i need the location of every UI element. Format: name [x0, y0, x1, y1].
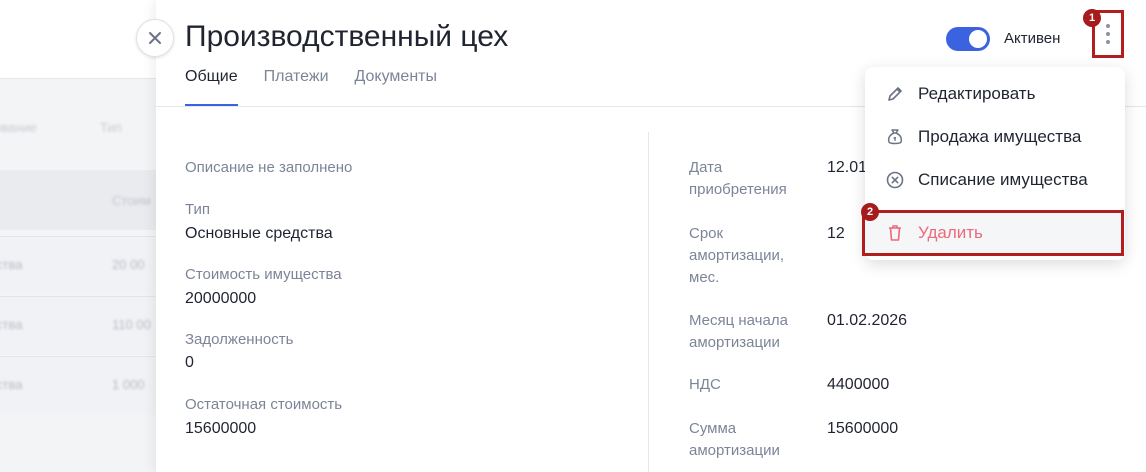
background-cell: ства — [0, 377, 23, 392]
close-icon — [149, 32, 161, 44]
background-cell: ства — [0, 317, 23, 332]
table-row[interactable]: ства 110 00 — [0, 296, 160, 355]
tab-bar: Общие Платежи Документы — [185, 68, 437, 106]
table-row[interactable]: ства 20 00 — [0, 236, 160, 295]
background-cell: 20 00 — [112, 257, 145, 272]
menu-item-label: Списание имущества — [918, 170, 1088, 189]
background-header-cell: ование — [0, 120, 37, 135]
trash-icon — [885, 223, 905, 243]
background-table-header: ование Тип — [0, 100, 160, 156]
page-title: Производственный цех — [185, 20, 509, 53]
menu-item-writeoff[interactable]: Списание имущества — [865, 159, 1125, 201]
pencil-icon — [885, 84, 905, 104]
debt-value: 0 — [185, 354, 194, 371]
amortization-sum-value: 15600000 — [827, 420, 899, 437]
background-cell: ства — [0, 257, 23, 272]
background-cell: 1 000 — [112, 377, 145, 392]
amortization-term-label: Срок амортизации, мес. — [689, 225, 784, 286]
cost-value: 20000000 — [185, 290, 257, 307]
vat-value: 4400000 — [827, 376, 890, 393]
menu-item-label: Удалить — [918, 223, 983, 242]
tab-documents[interactable]: Документы — [355, 68, 437, 106]
cost-label: Стоимость имущества — [185, 266, 342, 283]
background-table-band: Стоим — [0, 170, 160, 230]
purchase-date-value: 12.01 — [827, 159, 868, 176]
background-band-cell: Стоим — [112, 193, 151, 208]
menu-item-sale[interactable]: Продажа имущества — [865, 116, 1125, 158]
menu-item-delete[interactable]: Удалить — [862, 210, 1124, 256]
vat-label: НДС — [689, 376, 721, 393]
table-row[interactable]: ства 1 000 — [0, 356, 160, 415]
tab-general[interactable]: Общие — [185, 68, 238, 106]
residual-value: 15600000 — [185, 420, 257, 437]
annotation-badge-1: 1 — [1083, 9, 1101, 27]
debt-label: Задолженность — [185, 331, 294, 348]
kebab-icon — [1106, 24, 1110, 44]
actions-menu: Редактировать Продажа имущества Списание… — [862, 67, 1125, 260]
active-toggle-label: Активен — [1004, 30, 1061, 47]
type-label: Тип — [185, 201, 211, 218]
background-page: ование Тип Стоим ства 20 00 ства 110 00 … — [0, 0, 160, 472]
description-text: Описание не заполнено — [185, 159, 353, 176]
toggle-knob — [969, 30, 987, 48]
circle-x-icon — [885, 170, 905, 190]
background-header-cell: Тип — [100, 120, 122, 135]
amortization-sum-label: Сумма амортизации — [689, 420, 780, 459]
amortization-term-value: 12 — [827, 225, 845, 242]
close-button[interactable] — [136, 19, 174, 57]
residual-label: Остаточная стоимость — [185, 396, 343, 413]
active-toggle[interactable] — [946, 27, 990, 51]
type-value: Основные средства — [185, 225, 333, 242]
purchase-date-label: Дата приобретения — [689, 159, 787, 198]
amortization-start-value: 01.02.2026 — [827, 312, 908, 329]
column-divider — [648, 132, 649, 472]
menu-item-label: Продажа имущества — [918, 127, 1082, 146]
tab-payments[interactable]: Платежи — [264, 68, 329, 106]
menu-item-label: Редактировать — [918, 84, 1036, 103]
money-bag-icon — [885, 127, 905, 147]
annotation-badge-2: 2 — [861, 203, 879, 221]
background-cell: 110 00 — [112, 317, 151, 332]
menu-item-edit[interactable]: Редактировать — [865, 73, 1125, 115]
amortization-start-label: Месяц начала амортизации — [689, 312, 788, 351]
